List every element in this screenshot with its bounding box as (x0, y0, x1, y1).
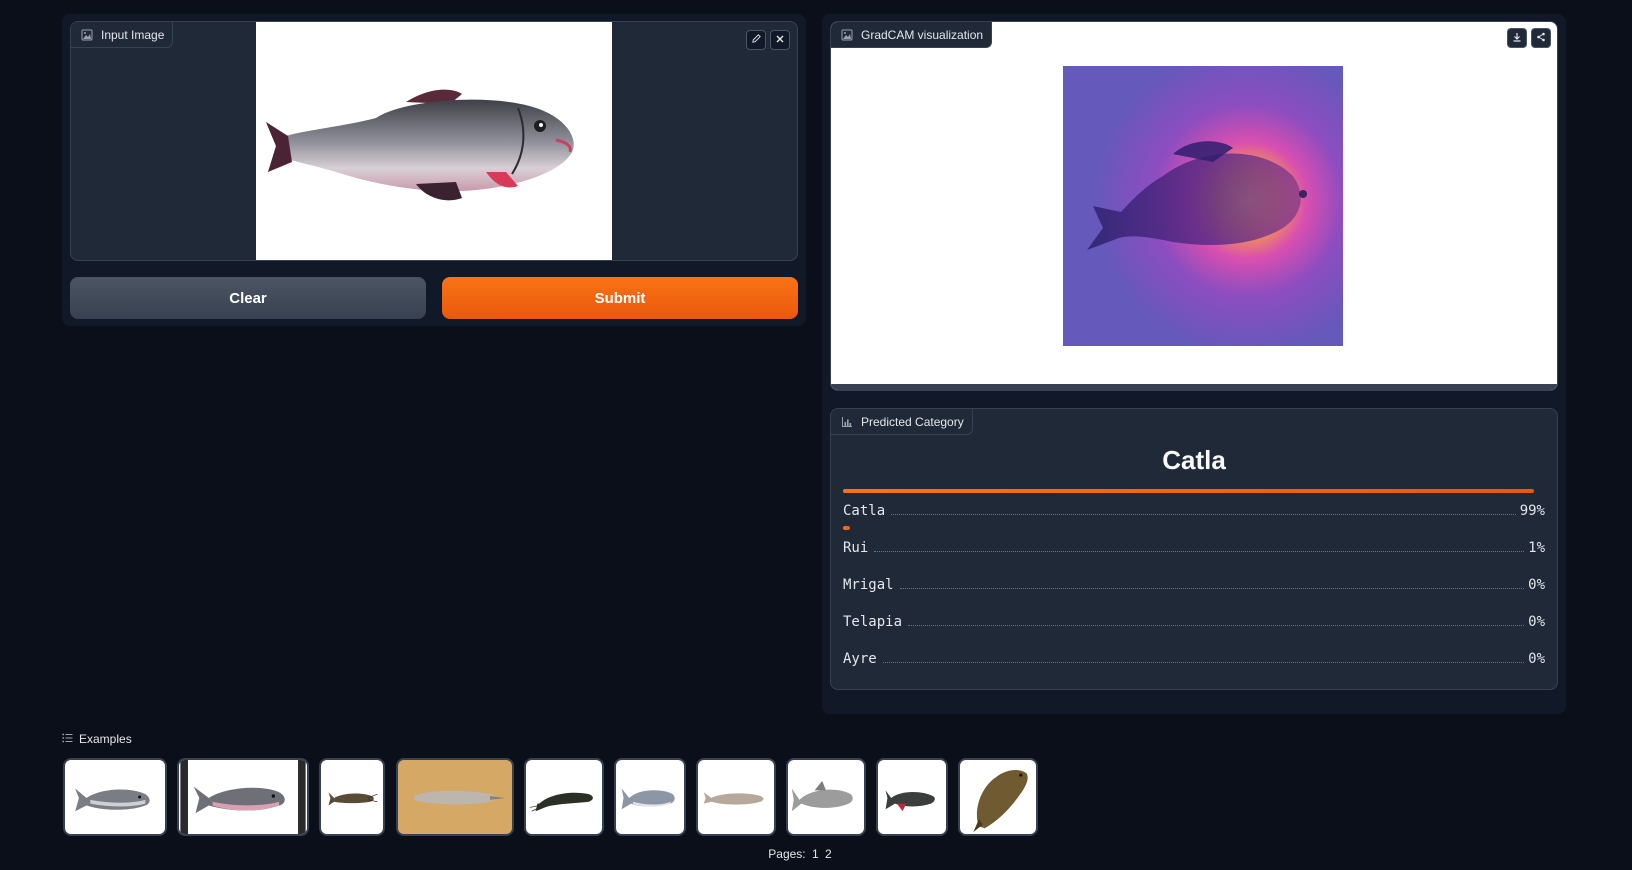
clear-button[interactable]: Clear (70, 277, 426, 319)
confidence-row: Rui 1% (843, 538, 1545, 556)
list-icon (62, 732, 73, 746)
example-thumbnail[interactable] (63, 758, 167, 836)
example-thumbnail[interactable] (696, 758, 776, 836)
gradcam-tag: GradCAM visualization (831, 22, 993, 48)
class-name: Ayre (843, 651, 877, 667)
submit-button-label: Submit (594, 289, 646, 307)
clear-button-label: Clear (229, 289, 267, 307)
class-name: Rui (843, 540, 869, 556)
example-thumbnail[interactable] (319, 758, 385, 836)
class-percent: 0% (1528, 651, 1545, 667)
dotted-leader (899, 588, 1525, 589)
page-2-link[interactable]: 2 (825, 847, 832, 861)
bar-chart-icon (841, 416, 853, 428)
examples-label: Examples (79, 732, 132, 746)
class-name: Telapia (843, 614, 903, 630)
dotted-leader (882, 662, 1525, 663)
submit-button[interactable]: Submit (442, 277, 798, 319)
class-percent: 99% (1519, 503, 1545, 519)
confidence-row: Telapia 0% (843, 612, 1545, 630)
dotted-leader (908, 625, 1525, 626)
gradcam-label: GradCAM visualization (861, 27, 984, 42)
page-1-link[interactable]: 1 (812, 847, 819, 861)
top-prediction: Catla (1162, 445, 1226, 475)
confidence-row: Ayre 0% (843, 649, 1545, 667)
example-thumbnail[interactable] (786, 758, 866, 836)
confidence-row: Mrigal 0% (843, 575, 1545, 593)
gradcam-scroll-track[interactable] (831, 384, 1557, 390)
examples-header: Examples (62, 732, 132, 746)
confidence-bar (843, 489, 1534, 493)
gradcam-image (1063, 66, 1343, 346)
class-percent: 0% (1528, 577, 1545, 593)
gradcam-block: GradCAM visualization (830, 21, 1558, 391)
class-percent: 0% (1528, 614, 1545, 630)
dotted-leader (891, 514, 1516, 515)
image-icon (81, 29, 93, 41)
download-button[interactable] (1507, 28, 1527, 48)
image-icon (841, 29, 853, 41)
class-name: Mrigal (843, 577, 894, 593)
example-thumbnail[interactable] (177, 758, 309, 836)
example-thumbnail[interactable] (396, 758, 514, 836)
example-thumbnail[interactable] (958, 758, 1038, 836)
prediction-block: Predicted Category Catla Catla 99% Rui 1% Mr… (830, 408, 1558, 690)
close-button[interactable] (770, 30, 790, 50)
input-image (256, 22, 612, 260)
edit-button[interactable] (746, 30, 766, 50)
example-thumbnail[interactable] (614, 758, 686, 836)
download-icon (1512, 29, 1522, 47)
pagination: Pages: 1 2 (0, 847, 1600, 861)
input-image-label: Input Image (101, 27, 165, 42)
share-button[interactable] (1531, 28, 1551, 48)
input-image-tag: Input Image (71, 22, 174, 48)
input-image-block[interactable]: Input Image (70, 21, 798, 261)
pages-label: Pages: (768, 847, 806, 861)
heatmap-overlay (1063, 66, 1343, 346)
dotted-leader (874, 551, 1525, 552)
confidence-bar (843, 526, 850, 530)
prediction-tag: Predicted Category (831, 409, 973, 435)
class-name: Catla (843, 503, 886, 519)
prediction-label: Predicted Category (861, 414, 964, 429)
fish-illustration (266, 89, 574, 201)
example-thumbnail[interactable] (524, 758, 604, 836)
pencil-icon (751, 31, 762, 49)
share-icon (1536, 29, 1546, 47)
example-thumbnail[interactable] (876, 758, 948, 836)
confidence-row: Catla 99% (843, 501, 1545, 519)
close-icon (775, 31, 785, 49)
class-percent: 1% (1528, 540, 1545, 556)
